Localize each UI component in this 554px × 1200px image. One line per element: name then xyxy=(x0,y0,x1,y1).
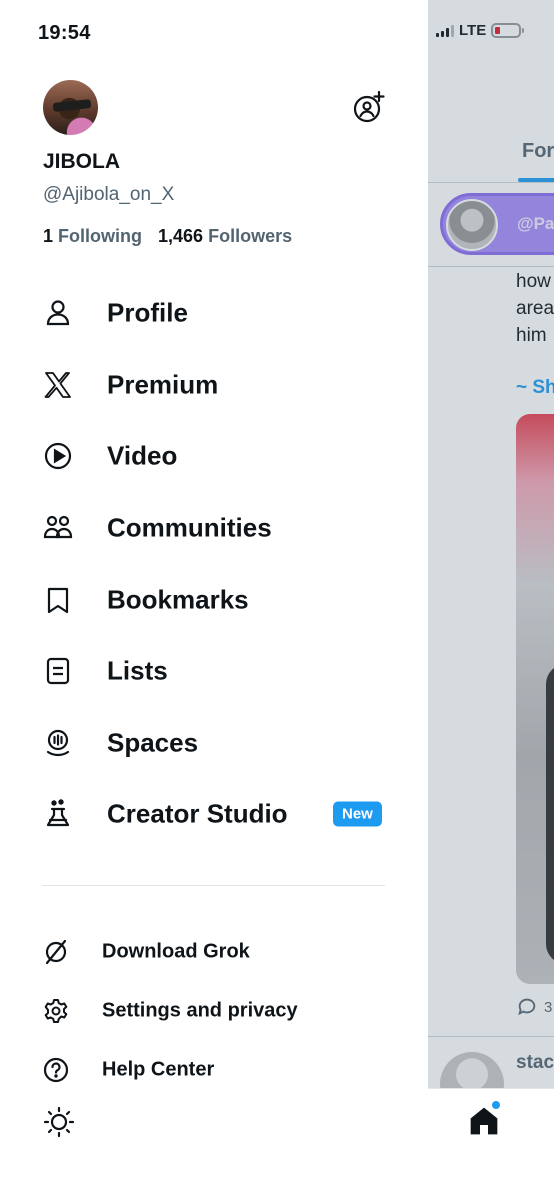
reply-button[interactable]: 3 xyxy=(516,996,552,1018)
menu-item-premium[interactable]: Premium xyxy=(0,350,428,420)
menu-item-label: Lists xyxy=(107,655,168,686)
gear-icon xyxy=(44,999,68,1023)
spaces-mic-icon xyxy=(46,729,70,757)
menu-item-label: Spaces xyxy=(107,727,199,758)
followers-label: Followers xyxy=(208,226,293,246)
navigation-drawer: 19:54 JIBOLA @Ajibola_on_X 1 Following 1,… xyxy=(0,0,428,1200)
menu-item-creator-studio[interactable]: Creator Studio New xyxy=(0,779,428,849)
user-handle[interactable]: @Ajibola_on_X xyxy=(43,184,174,206)
menu-item-label: Premium xyxy=(107,369,219,400)
post-author-name[interactable]: stac xyxy=(516,1052,554,1074)
communities-icon xyxy=(43,515,73,539)
followers-link[interactable]: 1,466 Followers xyxy=(158,226,292,246)
menu-item-help-center[interactable]: Help Center xyxy=(0,1045,428,1095)
reply-icon xyxy=(518,998,536,1016)
flask-icon xyxy=(46,799,70,827)
home-icon[interactable] xyxy=(468,1105,500,1137)
bottom-tab-bar xyxy=(428,1088,554,1200)
live-space-bar[interactable]: @Pa xyxy=(440,193,554,255)
menu-item-communities[interactable]: Communities xyxy=(0,493,428,563)
divider xyxy=(428,266,554,267)
status-indicators: LTE xyxy=(436,22,525,39)
timeline-background[interactable]: LTE For @Pa how area him ~ Sh 3 stac xyxy=(428,0,554,1200)
menu-item-label: Communities xyxy=(107,512,272,543)
following-count: 1 xyxy=(43,226,54,246)
menu-item-label: Video xyxy=(107,440,178,471)
menu-item-video[interactable]: Video xyxy=(0,421,428,491)
menu-divider xyxy=(42,885,385,886)
sun-icon[interactable] xyxy=(43,1106,75,1138)
post-text: how area him xyxy=(516,271,554,346)
post-media[interactable] xyxy=(516,414,554,984)
help-icon xyxy=(43,1057,69,1083)
space-host-handle: @Pa xyxy=(517,214,554,233)
post-link[interactable]: ~ Sh xyxy=(516,377,554,399)
x-logo-icon xyxy=(44,372,71,398)
menu-item-label: Profile xyxy=(107,297,188,328)
avatar[interactable] xyxy=(43,80,98,135)
menu-item-label: Creator Studio xyxy=(107,798,288,829)
divider xyxy=(428,1036,554,1037)
display-name[interactable]: JIBOLA xyxy=(43,150,120,174)
battery-icon xyxy=(491,23,525,38)
menu-item-label: Bookmarks xyxy=(107,584,249,615)
new-badge: New xyxy=(333,801,382,827)
tab-for-you[interactable]: For xyxy=(522,140,554,163)
signal-icon xyxy=(436,24,454,37)
menu-item-label: Settings and privacy xyxy=(102,999,298,1022)
menu-item-profile[interactable]: Profile xyxy=(0,278,428,348)
menu-item-lists[interactable]: Lists xyxy=(0,636,428,706)
divider xyxy=(428,182,554,183)
space-host-avatar xyxy=(446,199,498,251)
menu-item-download-grok[interactable]: Download Grok xyxy=(0,927,428,977)
following-link[interactable]: 1 Following xyxy=(43,226,142,246)
person-icon xyxy=(46,300,70,326)
add-account-icon[interactable] xyxy=(352,90,386,124)
menu-item-settings[interactable]: Settings and privacy xyxy=(0,986,428,1036)
following-label: Following xyxy=(58,226,143,246)
followers-count: 1,466 xyxy=(158,226,204,246)
notification-dot xyxy=(492,1101,500,1109)
menu-item-label: Help Center xyxy=(102,1058,215,1081)
list-icon xyxy=(46,657,70,685)
reply-count: 3 xyxy=(544,998,553,1016)
bookmark-icon xyxy=(47,587,69,614)
menu-item-bookmarks[interactable]: Bookmarks xyxy=(0,565,428,635)
grok-icon xyxy=(45,939,67,965)
menu-item-spaces[interactable]: Spaces xyxy=(0,708,428,778)
status-time: 19:54 xyxy=(38,22,91,44)
play-circle-icon xyxy=(44,442,72,470)
follow-stats: 1 Following 1,466 Followers xyxy=(43,226,292,247)
network-type: LTE xyxy=(459,22,487,39)
menu-item-label: Download Grok xyxy=(102,940,250,963)
